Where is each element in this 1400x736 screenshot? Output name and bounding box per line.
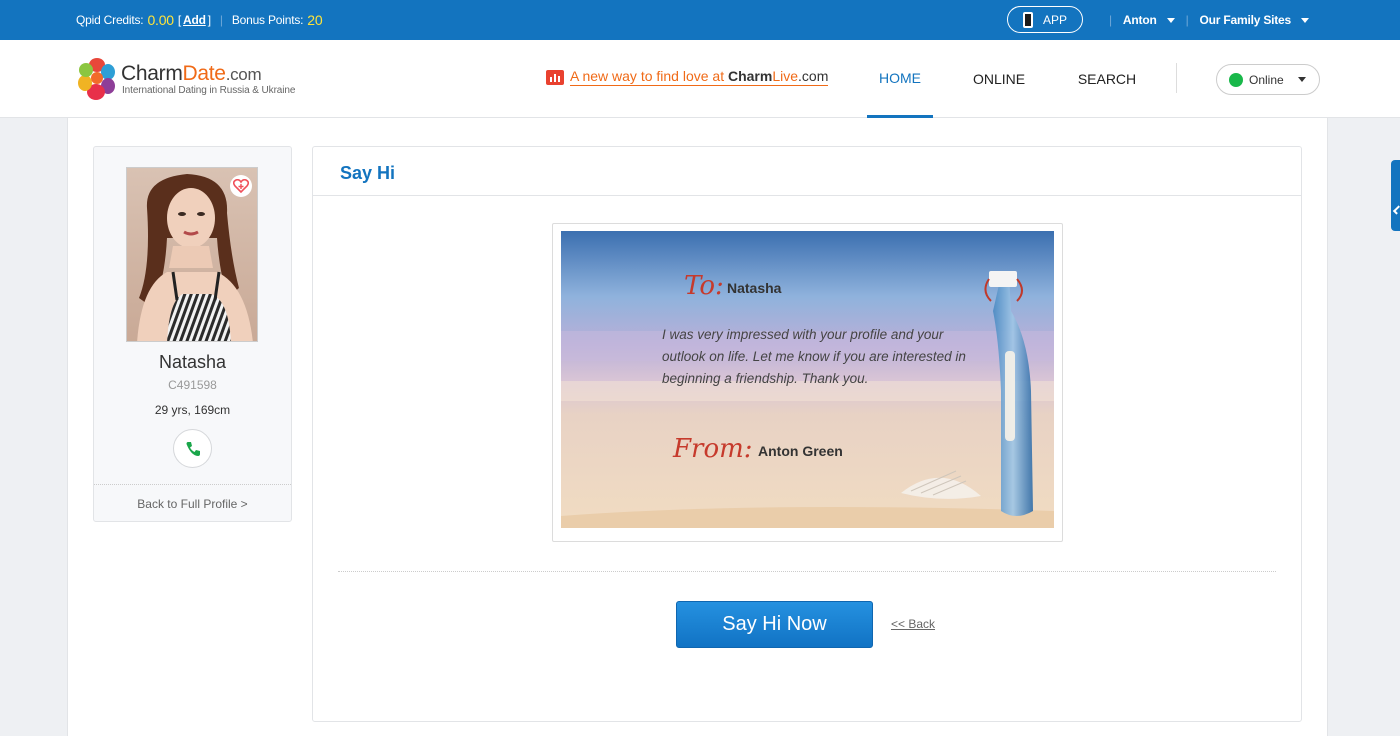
to-label: To: bbox=[684, 271, 724, 301]
chevron-down-icon bbox=[1297, 77, 1306, 82]
app-label: APP bbox=[1042, 12, 1067, 27]
brand-accent: Date bbox=[182, 62, 226, 85]
brand-main: Charm bbox=[121, 62, 183, 85]
promo-prefix: A new way to find love at bbox=[570, 68, 728, 84]
promo-brand-accent: Live bbox=[772, 68, 799, 84]
nav-search[interactable]: SEARCH bbox=[1072, 40, 1142, 118]
app-button[interactable]: APP bbox=[1007, 6, 1083, 33]
divider: | bbox=[1185, 13, 1189, 27]
chevron-left-icon bbox=[1392, 205, 1400, 215]
greeting-card-frame: To: Natasha I was very impressed with yo… bbox=[552, 223, 1063, 542]
from-label: From: bbox=[673, 434, 753, 464]
nav-online[interactable]: ONLINE bbox=[966, 40, 1032, 118]
promo-suffix: .com bbox=[798, 68, 829, 84]
charmdate-logo-icon[interactable] bbox=[77, 56, 117, 102]
nav-home[interactable]: HOME bbox=[867, 40, 933, 118]
charmlive-promo-link[interactable]: A new way to find love at CharmLive.com bbox=[546, 68, 829, 86]
back-link[interactable]: << Back bbox=[891, 617, 935, 631]
account-summary: Qpid Credits: 0.00 [ Add ] | Bonus Point… bbox=[76, 0, 323, 40]
bonus-label: Bonus Points: bbox=[231, 13, 304, 27]
promo-text: A new way to find love at CharmLive.com bbox=[570, 68, 829, 86]
bracket-open: [ bbox=[177, 13, 182, 27]
call-button[interactable] bbox=[173, 429, 212, 468]
section-divider bbox=[338, 571, 1276, 572]
phone-icon bbox=[186, 441, 200, 456]
promo-brand: Charm bbox=[727, 68, 773, 84]
sender-name: Anton Green bbox=[758, 443, 843, 459]
say-hi-panel: Say Hi To: Natasha I was very impressed … bbox=[312, 146, 1302, 722]
mobile-phone-icon bbox=[1022, 11, 1033, 28]
status-label: Online bbox=[1249, 72, 1284, 87]
side-drawer-tab[interactable] bbox=[1391, 160, 1400, 231]
greeting-card: To: Natasha I was very impressed with yo… bbox=[561, 231, 1054, 528]
user-name: Anton bbox=[1122, 13, 1157, 27]
bonus-value: 20 bbox=[307, 12, 323, 28]
chevron-down-icon bbox=[1301, 17, 1309, 23]
profile-name: Natasha bbox=[158, 352, 227, 372]
profile-photo[interactable] bbox=[126, 167, 258, 342]
live-chart-icon bbox=[546, 69, 564, 85]
profile-card: Natasha C491598 29 yrs, 169cm Back to Fu… bbox=[93, 146, 292, 522]
add-credits-link[interactable]: Add bbox=[183, 13, 206, 27]
site-header: CharmDate.com International Dating in Ru… bbox=[0, 40, 1400, 118]
credits-value: 0.00 bbox=[147, 12, 174, 28]
recipient-name: Natasha bbox=[727, 280, 782, 296]
user-menu[interactable]: Anton bbox=[1123, 13, 1175, 27]
online-dot-icon bbox=[1229, 72, 1243, 87]
panel-divider bbox=[313, 195, 1301, 196]
back-to-profile-link[interactable]: Back to Full Profile > bbox=[94, 497, 291, 511]
bracket-close: ] bbox=[207, 13, 211, 27]
brand-tagline: International Dating in Russia & Ukraine bbox=[122, 85, 296, 96]
divider: | bbox=[219, 13, 223, 27]
divider: | bbox=[1109, 13, 1112, 27]
panel-title: Say Hi bbox=[340, 163, 396, 183]
family-sites-menu[interactable]: Our Family Sites bbox=[1199, 13, 1309, 27]
chevron-down-icon bbox=[1166, 17, 1175, 23]
family-sites-label: Our Family Sites bbox=[1199, 13, 1292, 27]
nav-divider bbox=[1176, 63, 1177, 93]
top-bar: Qpid Credits: 0.00 [ Add ] | Bonus Point… bbox=[0, 0, 1400, 40]
credits-label: Qpid Credits: bbox=[76, 13, 144, 27]
brand-name[interactable]: CharmDate.com bbox=[121, 62, 262, 86]
profile-divider bbox=[94, 484, 291, 485]
say-hi-now-button[interactable]: Say Hi Now bbox=[676, 601, 873, 648]
online-status-dropdown[interactable]: Online bbox=[1216, 64, 1320, 95]
greeting-message: I was very impressed with your profile a… bbox=[662, 327, 966, 386]
profile-details: 29 yrs, 169cm bbox=[154, 403, 231, 417]
profile-id: C491598 bbox=[168, 378, 217, 392]
brand-suffix: .com bbox=[225, 65, 262, 84]
top-bar-right: | Anton | Our Family Sites bbox=[1098, 0, 1309, 40]
add-favorite-heart-icon[interactable] bbox=[230, 175, 252, 197]
